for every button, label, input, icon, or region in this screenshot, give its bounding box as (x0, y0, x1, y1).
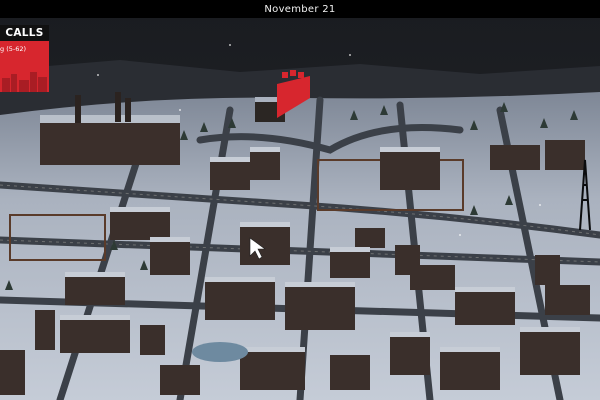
city-map[interactable] (0, 0, 600, 400)
calls-panel[interactable]: CALLS g (5-62) (0, 25, 49, 92)
calls-title: CALLS (0, 25, 49, 41)
game-viewport[interactable]: November 21 CALLS g (5-62) (0, 0, 600, 400)
city-skyline-icon (2, 72, 47, 92)
call-card[interactable]: g (5-62) (0, 41, 49, 92)
call-card-text: g (5-62) (0, 45, 27, 53)
date-bar: November 21 (0, 0, 600, 18)
frozen-pond (192, 342, 248, 362)
current-date: November 21 (264, 3, 336, 15)
